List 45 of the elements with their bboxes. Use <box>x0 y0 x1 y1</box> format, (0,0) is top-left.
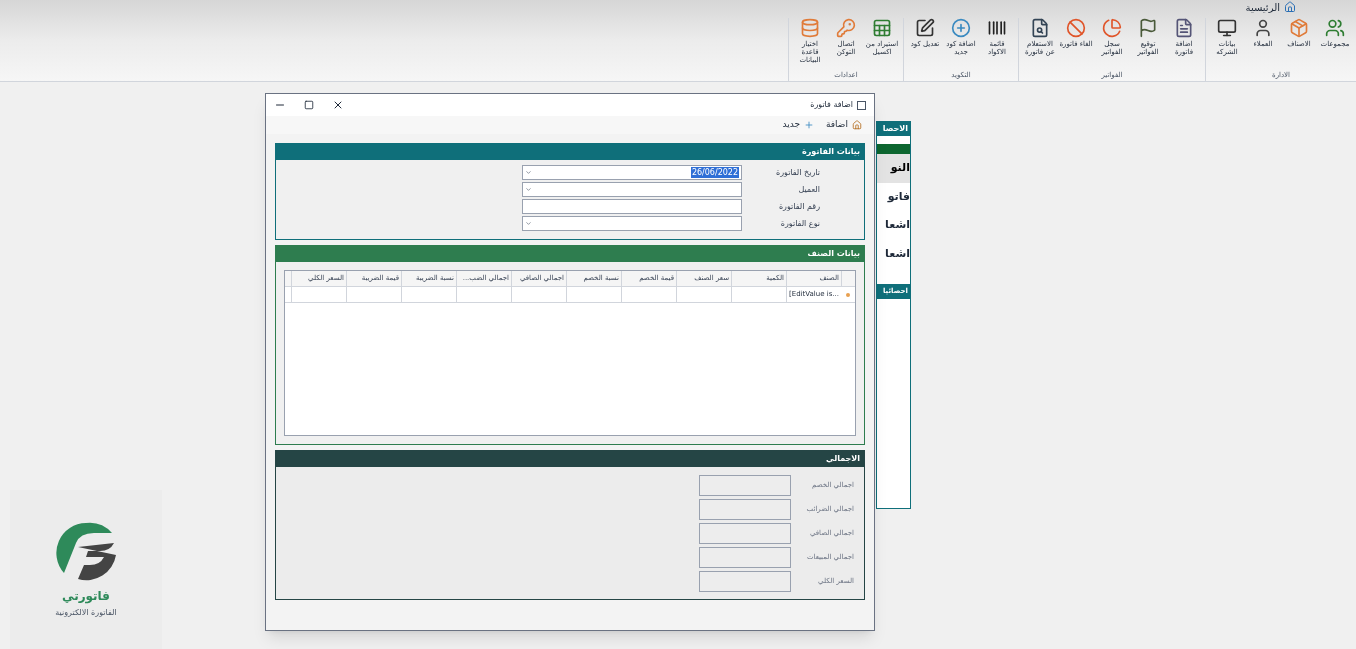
flag-icon <box>1138 18 1158 38</box>
field-label: رقم الفاتورة <box>777 200 820 213</box>
spreadsheet-icon <box>872 18 892 38</box>
panel-item[interactable]: اشعا <box>877 211 910 240</box>
panel-item[interactable]: فاتو <box>877 182 910 211</box>
dropdown-field[interactable]: 26/06/2022 <box>522 165 742 180</box>
home-icon <box>852 120 862 130</box>
logo-tagline: الفاتورة الالكترونية <box>55 606 117 619</box>
document-icon <box>1174 18 1194 38</box>
home-icon <box>1284 1 1296 13</box>
window-icon <box>857 100 866 110</box>
toolbar-button[interactable]: جديد <box>782 118 814 132</box>
field-label: نوع الفاتورة <box>779 217 820 230</box>
date-value: 26/06/2022 <box>690 167 739 178</box>
prohibited-icon <box>1066 18 1086 38</box>
window-title: اضافة فاتورة <box>810 99 853 111</box>
logo-name: فاتورتي <box>62 587 110 605</box>
document-search-icon <box>1030 18 1050 38</box>
panel-header: الاحصا <box>877 122 910 136</box>
app-title: الرئيسية <box>1245 0 1280 15</box>
database-icon <box>800 18 820 38</box>
toolbar-button[interactable]: اضافة <box>826 118 862 132</box>
section-header: بيانات الفاتورة <box>276 144 864 160</box>
section-header: الاجمالي <box>276 451 864 467</box>
close-icon[interactable] <box>332 99 344 111</box>
section-header: بيانات الصنف <box>276 246 864 262</box>
panel-item[interactable]: النو <box>877 144 910 183</box>
person-icon <box>1253 18 1273 38</box>
monitor-icon <box>1217 18 1237 38</box>
pie-chart-icon <box>1102 18 1122 38</box>
boxes-icon <box>1289 18 1309 38</box>
barcode-icon <box>987 18 1007 38</box>
plus-circle-icon <box>951 18 971 38</box>
field-label: تاريخ الفاتورة <box>774 166 820 179</box>
maximize-icon[interactable] <box>304 100 314 110</box>
panel-item[interactable]: اشعا <box>877 239 910 268</box>
key-icon <box>836 18 856 38</box>
field-label: العميل <box>797 183 820 196</box>
input-field[interactable] <box>522 199 742 214</box>
plus-icon <box>804 120 814 130</box>
new-row-icon <box>846 292 850 297</box>
dropdown-field[interactable] <box>522 216 742 231</box>
people-icon <box>1325 18 1345 38</box>
dropdown-field[interactable] <box>522 182 742 197</box>
edit-icon <box>915 18 935 38</box>
